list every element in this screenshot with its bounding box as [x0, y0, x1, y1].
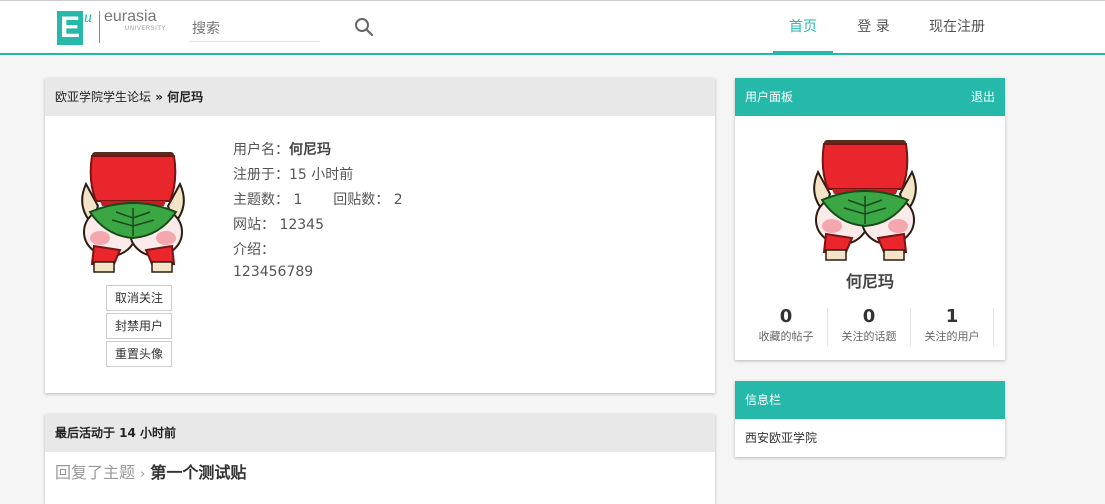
- search-input[interactable]: [190, 16, 320, 42]
- activity-action: 回复了主题: [55, 463, 136, 482]
- avatar-image: [77, 146, 189, 276]
- reset-avatar-button[interactable]: 重置头像: [106, 341, 172, 367]
- topics-count: 1: [293, 192, 303, 208]
- stat-followed-users[interactable]: 1 关注的用户: [911, 306, 993, 346]
- stat-label: 关注的话题: [841, 330, 897, 343]
- logo-mark-u: u: [84, 9, 92, 26]
- user-panel-header: 用户面板 退出: [735, 78, 1005, 116]
- stat-divider: [993, 308, 994, 346]
- username-label: 用户名：: [233, 142, 289, 158]
- panel-avatar-image[interactable]: [808, 134, 922, 264]
- top-navbar: E u eurasia UNIVERSITY 首页 登 录 现在注册: [0, 0, 1105, 55]
- user-panel: 用户面板 退出 何尼玛 0 收藏的帖子 0 关注的话题 1 关注的用户: [735, 78, 1005, 360]
- info-bar: 信息栏 西安欧亚学院: [735, 381, 1005, 457]
- stat-value: 1: [945, 306, 959, 327]
- intro-value: 123456789: [233, 264, 314, 280]
- profile-info: 用户名：何尼玛 注册于：15 小时前 主题数： 1 回贴数： 2 网站： 123…: [233, 138, 403, 281]
- registered-row: 注册于：15 小时前: [233, 167, 354, 183]
- topics-label: 主题数：: [233, 192, 289, 208]
- username-value: 何尼玛: [289, 142, 331, 158]
- stat-value: 0: [862, 306, 876, 327]
- search-icon[interactable]: [354, 17, 374, 37]
- nav-register[interactable]: 现在注册: [917, 1, 997, 54]
- breadcrumb-forum-link[interactable]: 欧亚学院学生论坛: [55, 90, 151, 104]
- ban-user-button[interactable]: 封禁用户: [106, 313, 172, 339]
- unfollow-button[interactable]: 取消关注: [106, 285, 172, 311]
- stat-label: 收藏的帖子: [758, 330, 814, 343]
- info-bar-content: 西安欧亚学院: [745, 431, 818, 445]
- logo-divider: [99, 11, 100, 43]
- logo-mark: E: [57, 11, 83, 45]
- nav-login[interactable]: 登 录: [846, 1, 901, 54]
- logo-text: eurasia: [104, 8, 157, 25]
- stat-label: 关注的用户: [924, 330, 980, 343]
- activity-header: 最后活动于 14 小时前: [45, 414, 715, 452]
- website-label: 网站：: [233, 217, 275, 233]
- breadcrumb-current-user: 何尼玛: [167, 90, 204, 104]
- stat-favorites[interactable]: 0 收藏的帖子: [745, 306, 827, 346]
- counts-row: 主题数： 1 回贴数： 2: [233, 188, 403, 213]
- breadcrumb-separator: »: [151, 90, 168, 104]
- logo[interactable]: E u eurasia UNIVERSITY: [57, 8, 167, 47]
- replies-label: 回贴数：: [333, 192, 390, 208]
- panel-username[interactable]: 何尼玛: [735, 268, 1005, 292]
- username-row: 用户名：何尼玛: [233, 138, 403, 163]
- website-row: 网站： 12345: [233, 213, 403, 238]
- activity-topic-link[interactable]: 第一个测试贴: [150, 463, 246, 482]
- nav-home[interactable]: 首页: [773, 1, 833, 54]
- activity-card: 最后活动于 14 小时前 回复了主题 › 第一个测试贴: [45, 414, 715, 504]
- profile-card: 欧亚学院学生论坛 » 何尼玛 取消关注 封禁用户 重置头像 用户名：何尼玛 注册…: [45, 78, 715, 393]
- breadcrumb: 欧亚学院学生论坛 » 何尼玛: [45, 78, 715, 116]
- logo-subtext: UNIVERSITY: [125, 26, 167, 32]
- website-value[interactable]: 12345: [279, 217, 324, 233]
- replies-count: 2: [393, 192, 403, 208]
- stat-value: 0: [779, 306, 793, 327]
- user-panel-title: 用户面板: [745, 90, 794, 104]
- intro-label: 介绍：: [233, 242, 275, 258]
- activity-item: 回复了主题 › 第一个测试贴: [55, 459, 246, 483]
- logout-link[interactable]: 退出: [971, 78, 995, 116]
- info-bar-header: 信息栏: [735, 381, 1005, 419]
- stat-followed-topics[interactable]: 0 关注的话题: [828, 306, 910, 346]
- activity-arrow: ›: [140, 467, 146, 482]
